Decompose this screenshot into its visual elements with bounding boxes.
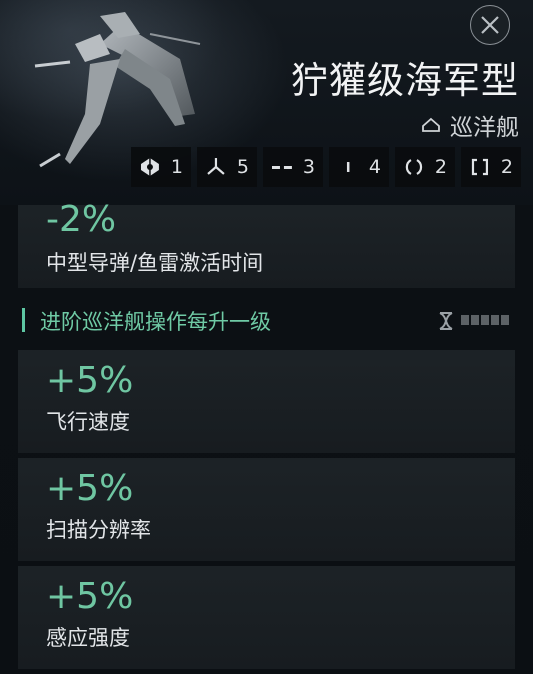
skill-level-pip [481,315,489,325]
launcher-hardpoint-icon [207,158,225,175]
bonus-card: -2% 中型导弹/鱼雷激活时间 [18,199,515,288]
ship-image [34,12,201,168]
mid-slots: 4 [329,147,389,187]
bonus-value: +5% [46,468,134,509]
high-slots: 3 [263,147,323,187]
bonus-value: +5% [46,576,134,617]
turret-hardpoint-icon [140,158,159,176]
fitting-stats: 1 5 3 4 2 2 [131,147,521,187]
turret-count: 1 [170,156,183,178]
skill-level-pip [471,315,479,325]
mid-slot-count: 4 [368,156,381,178]
rig-slots: 2 [461,147,521,187]
launcher-hardpoints: 5 [197,147,257,187]
bonus-label: 中型导弹/鱼雷激活时间 [46,251,264,275]
section-accent-bar [22,308,25,332]
skill-section-header: 进阶巡洋舰操作每升一级 [18,303,515,337]
ship-header: 狞獾级海军型 巡洋舰 1 5 3 4 2 2 [0,0,533,205]
ship-name: 狞獾级海军型 [291,59,519,102]
rig-slot-count: 2 [500,156,513,178]
ship-class: 巡洋舰 [421,108,519,142]
cruiser-class-icon [422,117,440,132]
bonus-label: 扫描分辨率 [46,518,151,542]
mid-slot-icon [346,162,350,172]
bonus-card: +5% 飞行速度 [18,350,515,453]
skill-level-pip [461,315,469,325]
low-slot-count: 2 [434,156,447,178]
skill-level-pip [501,315,509,325]
turret-hardpoints: 1 [131,147,191,187]
bonus-value: +5% [46,360,134,401]
low-slot-icon [405,159,423,175]
launcher-count: 5 [236,156,249,178]
skill-level-indicator [461,315,509,325]
low-slots: 2 [395,147,455,187]
skill-book-icon[interactable] [438,311,454,331]
high-slot-count: 3 [302,156,315,178]
rig-slot-icon [471,158,489,176]
ship-class-label: 巡洋舰 [450,115,519,141]
bonus-value: -2% [46,199,117,240]
bonus-card: +5% 扫描分辨率 [18,458,515,561]
high-slot-icon [271,166,292,169]
skill-section-title: 进阶巡洋舰操作每升一级 [40,310,271,334]
close-button[interactable] [470,5,510,45]
skill-level-pip [491,315,499,325]
bonus-card: +5% 感应强度 [18,566,515,669]
bonus-label: 飞行速度 [46,410,130,434]
bonus-label: 感应强度 [46,626,130,650]
close-icon [481,16,499,34]
